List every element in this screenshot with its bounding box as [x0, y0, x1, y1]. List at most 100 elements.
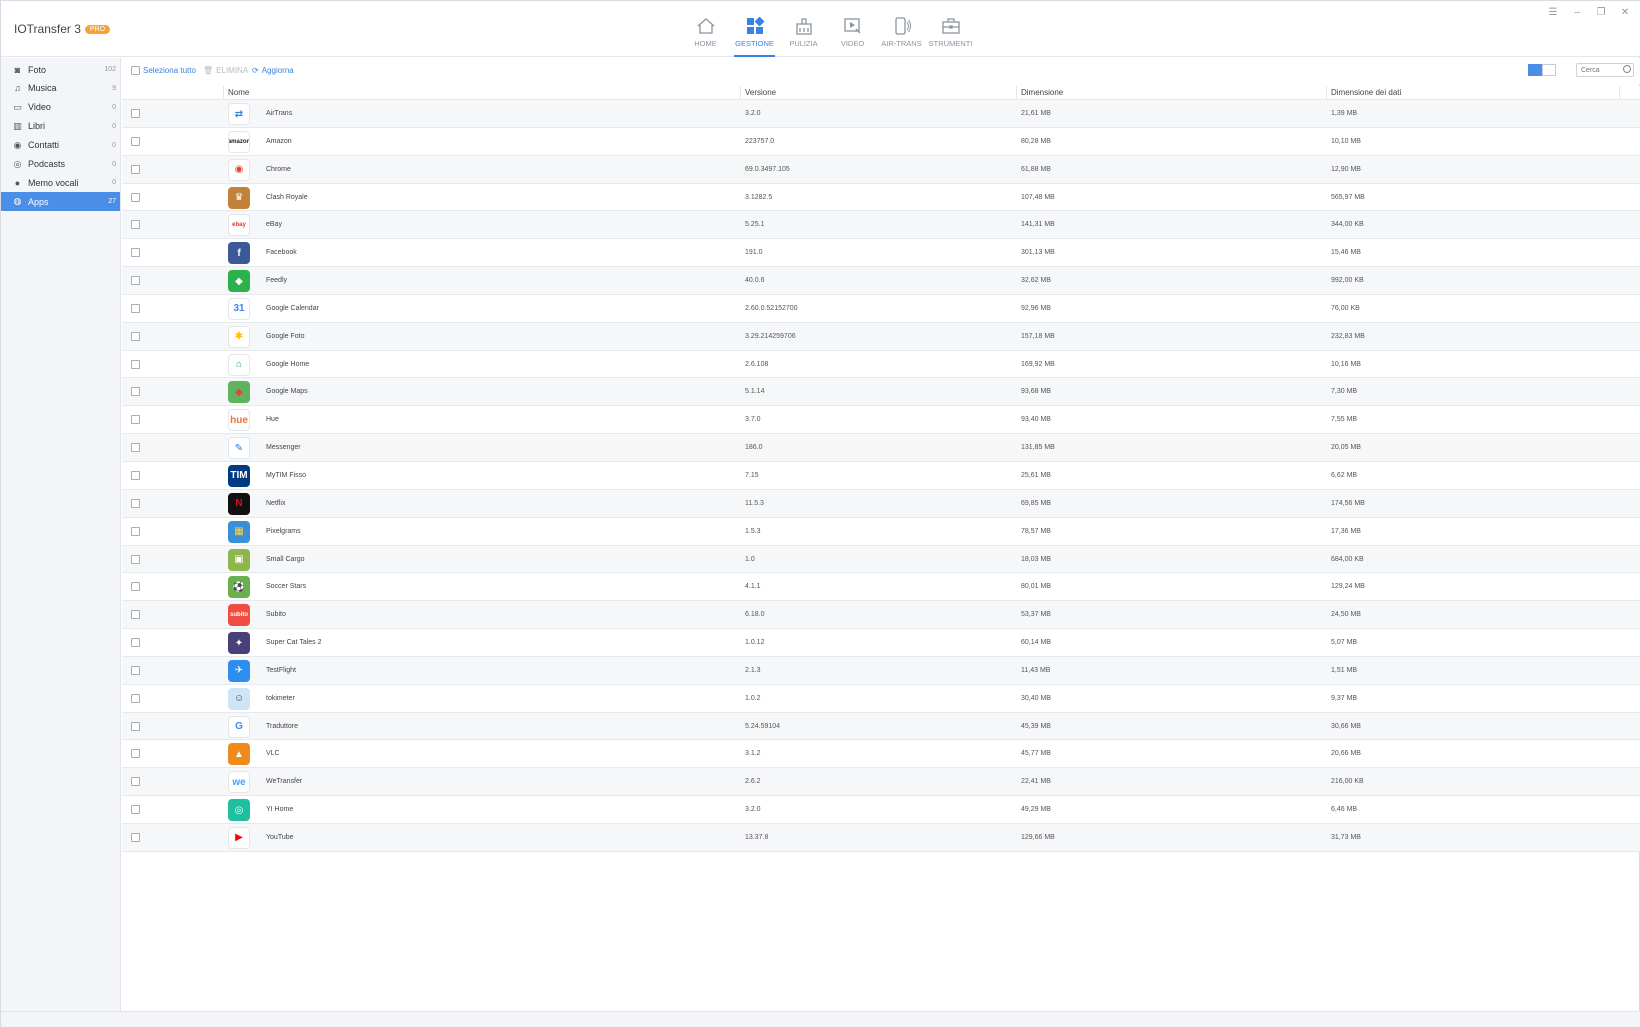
- row-checkbox[interactable]: [131, 805, 140, 815]
- table-row[interactable]: ✦ Super Cat Tales 2 1.0.12 60,14 MB 5,07 MB: [122, 629, 1640, 657]
- row-checkbox[interactable]: [131, 248, 140, 258]
- sidebar-item-libri[interactable]: ▥ Libri 0: [1, 117, 120, 136]
- row-checkbox[interactable]: [131, 303, 140, 313]
- nav-air-trans[interactable]: AIR-TRANS: [877, 1, 926, 57]
- app-name: Pixelgrams: [266, 527, 301, 535]
- maximize-icon[interactable]: ❐: [1595, 7, 1607, 18]
- sidebar-item-memo-vocali[interactable]: ● Memo vocali 0: [1, 173, 120, 192]
- row-checkbox[interactable]: [131, 276, 140, 286]
- row-checkbox[interactable]: [131, 164, 140, 174]
- clash-royale-icon: ♛: [228, 186, 250, 209]
- nav-strumenti[interactable]: STRUMENTI: [926, 1, 975, 57]
- row-checkbox[interactable]: [131, 109, 140, 118]
- row-checkbox[interactable]: [131, 693, 140, 703]
- nav-video[interactable]: VIDEO: [828, 1, 877, 57]
- row-checkbox[interactable]: [131, 192, 140, 202]
- table-row[interactable]: ✱ Google Foto 3.29.214259706 157,18 MB 232,8…: [122, 322, 1640, 351]
- main-nav: HOME GESTIONE PULIZIA VIDEO AIR-TRANS ST…: [681, 1, 975, 57]
- app-size: 11,43 MB: [1021, 666, 1051, 674]
- sidebar: ◙ Foto 102 ♫ Musica 9 ▭ Video 0 ▥ Libri 0 ◉ Contatti 0…: [1, 58, 121, 1011]
- table-row[interactable]: ♛ Clash Royale 3.1282.5 107,48 MB 565,97 MB: [122, 183, 1640, 212]
- column-header-version[interactable]: Versione: [745, 88, 776, 97]
- nav-gestione[interactable]: GESTIONE: [730, 1, 779, 57]
- table-row[interactable]: subito Subito 6.18.0 53,37 MB 24,50 MB: [122, 601, 1640, 630]
- select-all-button[interactable]: Seleziona tutto: [131, 66, 196, 75]
- table-row[interactable]: ◎ YI Home 3.2.0 49,29 MB 6,46 MB: [122, 796, 1640, 824]
- table-row[interactable]: ◉ Chrome 69.0.3497.105 61,88 MB 12,90 MB: [122, 155, 1640, 184]
- row-checkbox[interactable]: [131, 220, 140, 230]
- row-checkbox[interactable]: [131, 554, 140, 564]
- sidebar-item-foto[interactable]: ◙ Foto 102: [1, 60, 120, 79]
- table-row[interactable]: ▦ Pixelgrams 1.5.3 78,57 MB 17,36 MB: [122, 517, 1640, 546]
- table-row[interactable]: ▣ Small Cargo 1.0 18,03 MB 684,00 KB: [122, 545, 1640, 574]
- column-header-name[interactable]: Nome: [228, 88, 249, 97]
- row-checkbox[interactable]: [131, 470, 140, 480]
- nav-home[interactable]: HOME: [681, 1, 730, 57]
- row-checkbox[interactable]: [131, 498, 140, 508]
- table-row[interactable]: hue Hue 3.7.0 93,40 MB 7,55 MB: [122, 406, 1640, 435]
- tokimeter-icon: ☺: [228, 687, 250, 710]
- table-row[interactable]: ⇄ AirTrans 3.2.0 21,61 MB 1,39 MB: [122, 100, 1640, 128]
- sidebar-item-video[interactable]: ▭ Video 0: [1, 98, 120, 117]
- row-checkbox[interactable]: [131, 526, 140, 536]
- grid-view-icon[interactable]: [1542, 64, 1556, 76]
- row-checkbox[interactable]: [131, 136, 140, 146]
- row-checkbox[interactable]: [131, 665, 140, 675]
- sidebar-item-musica[interactable]: ♫ Musica 9: [1, 79, 120, 98]
- minimize-icon[interactable]: –: [1571, 7, 1583, 18]
- row-checkbox[interactable]: [131, 721, 140, 731]
- table-row[interactable]: G Traduttore 5.24.59104 45,39 MB 30,66 MB: [122, 712, 1640, 741]
- table-row[interactable]: amazon Amazon 223757.0 80,28 MB 10,10 MB: [122, 127, 1640, 156]
- table-row[interactable]: ⌂ Google Home 2.6.108 169,92 MB 10,16 MB: [122, 350, 1640, 379]
- row-checkbox[interactable]: [131, 749, 140, 759]
- app-name: Traduttore: [266, 722, 299, 730]
- column-header-data-size[interactable]: Dimensione dei dati: [1331, 88, 1401, 97]
- row-checkbox[interactable]: [131, 582, 140, 592]
- list-view-icon[interactable]: [1528, 64, 1542, 76]
- app-version: 69.0.3497.105: [745, 165, 790, 173]
- refresh-button[interactable]: ⟳ Aggiorna: [252, 66, 294, 75]
- select-all-checkbox[interactable]: [131, 66, 140, 75]
- app-version: 2.60.0.52152700: [745, 304, 798, 312]
- row-checkbox[interactable]: [131, 443, 140, 453]
- row-checkbox[interactable]: [131, 387, 140, 397]
- table-row[interactable]: ebay eBay 5.25.1 141,31 MB 344,00 KB: [122, 211, 1640, 240]
- table-row[interactable]: N Netflix 11.5.3 69,85 MB 174,56 MB: [122, 489, 1640, 518]
- row-checkbox[interactable]: [131, 610, 140, 620]
- table-row[interactable]: ✎ Messenger 186.0 131,85 MB 20,05 MB: [122, 434, 1640, 462]
- table-row[interactable]: ▲ VLC 3.1.2 45,77 MB 20,66 MB: [122, 740, 1640, 769]
- app-data-size: 30,66 MB: [1331, 722, 1361, 730]
- delete-button[interactable]: 🗑 ELIMINA: [203, 66, 248, 75]
- table-row[interactable]: ▶ YouTube 13.37.8 129,66 MB 31,73 MB: [122, 823, 1640, 852]
- nav-pulizia[interactable]: PULIZIA: [779, 1, 828, 57]
- close-icon[interactable]: ✕: [1619, 7, 1631, 18]
- row-checkbox[interactable]: [131, 832, 140, 842]
- sidebar-item-podcasts[interactable]: ◎ Podcasts 0: [1, 155, 120, 174]
- row-checkbox[interactable]: [131, 415, 140, 425]
- table-row[interactable]: ☺ tokimeter 1.0.2 30,40 MB 9,37 MB: [122, 684, 1640, 713]
- app-name: Google Home: [266, 360, 310, 368]
- sidebar-item-apps[interactable]: ◍ Apps 27: [1, 192, 120, 212]
- table-row[interactable]: 31 Google Calendar 2.60.0.52152700 92,96 MB…: [122, 294, 1640, 323]
- table-row[interactable]: we WeTransfer 2.6.2 22,41 MB 216,00 KB: [122, 768, 1640, 797]
- table-row[interactable]: ✈ TestFlight 2.1.3 11,43 MB 1,51 MB: [122, 656, 1640, 685]
- sidebar-item-contatti[interactable]: ◉ Contatti 0: [1, 136, 120, 155]
- table-row[interactable]: ◆ Feedly 40.0.6 32,62 MB 992,00 KB: [122, 267, 1640, 295]
- row-checkbox[interactable]: [131, 331, 140, 341]
- app-name: Google Calendar: [266, 304, 319, 312]
- camera-icon: ◙: [14, 64, 21, 75]
- column-header-size[interactable]: Dimensione: [1021, 88, 1063, 97]
- app-name: Netflix: [266, 499, 286, 507]
- search-icon[interactable]: [1623, 65, 1631, 73]
- app-version: 13.37.8: [745, 833, 769, 841]
- row-checkbox[interactable]: [131, 359, 140, 369]
- menu-icon[interactable]: ☰: [1547, 7, 1559, 18]
- row-checkbox[interactable]: [131, 777, 140, 787]
- table-row[interactable]: TIM MyTIM Fisso 7.15 25,61 MB 6,62 MB: [122, 461, 1640, 490]
- app-data-size: 684,00 KB: [1331, 555, 1364, 563]
- row-checkbox[interactable]: [131, 638, 140, 648]
- table-row[interactable]: f Facebook 191.0 301,13 MB 15,46 MB: [122, 239, 1640, 268]
- table-row[interactable]: ⚽ Soccer Stars 4.1.1 80,01 MB 129,24 MB: [122, 573, 1640, 602]
- app-data-size: 174,56 MB: [1331, 499, 1365, 507]
- table-row[interactable]: ◆ Google Maps 5.1.14 93,68 MB 7,30 MB: [122, 378, 1640, 407]
